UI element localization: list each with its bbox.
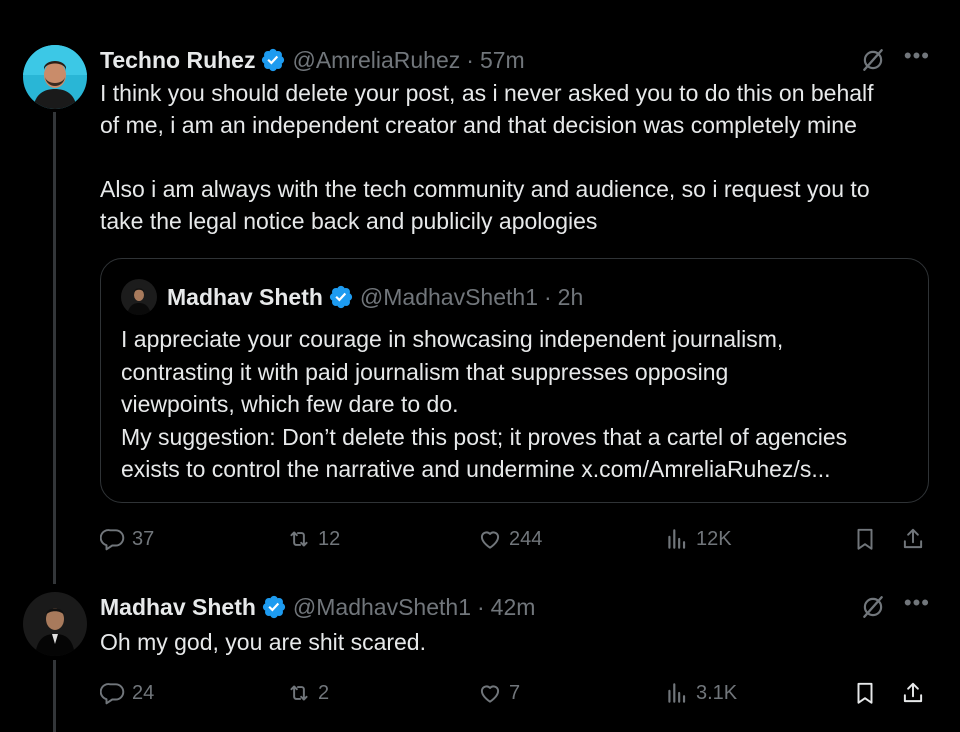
verified-badge-icon	[262, 595, 286, 619]
thread-connector-line	[53, 660, 56, 732]
like-icon	[480, 531, 500, 549]
repost-count: 2	[318, 682, 330, 704]
tweet-action-bar: 37 12 244 12K	[100, 524, 928, 554]
views-icon	[668, 529, 686, 549]
tweet-text: Oh my god, you are shit scared.	[100, 629, 426, 655]
bookmark-icon	[857, 682, 873, 704]
share-button[interactable]	[900, 526, 932, 552]
reply-count: 37	[132, 528, 155, 550]
tweet-timestamp[interactable]: 57m	[480, 47, 525, 74]
thread-connector-line	[53, 112, 56, 584]
avatar-image	[23, 592, 87, 656]
separator-dot: ·	[544, 283, 552, 310]
avatar-madhav-sheth-small	[121, 279, 157, 315]
quoted-tweet-header: Madhav Sheth @MadhavSheth1 · 2h	[121, 279, 908, 315]
like-button[interactable]: 7	[477, 680, 520, 706]
quoted-author-handle: @MadhavSheth1	[359, 283, 538, 310]
bookmark-icon	[857, 528, 873, 550]
tweet-timestamp[interactable]: 42m	[491, 594, 536, 621]
like-count: 244	[509, 528, 543, 550]
verified-badge-icon	[329, 285, 353, 309]
reply-button[interactable]: 37	[100, 526, 154, 552]
reply-count: 24	[132, 682, 155, 704]
separator-dot: ·	[466, 46, 474, 73]
repost-icon	[290, 685, 308, 701]
author-name[interactable]: Techno Ruhez	[100, 47, 255, 74]
bookmark-button[interactable]	[852, 526, 884, 552]
like-count: 7	[509, 682, 521, 704]
share-icon	[903, 682, 923, 703]
more-icon[interactable]: •••	[904, 592, 930, 614]
quoted-author-name[interactable]: Madhav Sheth	[167, 284, 323, 311]
view-count: 12K	[696, 528, 732, 550]
tweet-header: Techno Ruhez @AmreliaRuhez · 57m •••	[100, 45, 930, 75]
share-icon	[903, 528, 923, 549]
avatar-image	[23, 45, 87, 109]
author-handle[interactable]: @AmreliaRuhez	[292, 47, 460, 74]
views-button[interactable]: 3.1K	[664, 680, 737, 706]
avatar-madhav-sheth[interactable]	[23, 592, 87, 656]
author-handle[interactable]: @MadhavSheth1	[293, 594, 471, 621]
quoted-tweet-timestamp: 2h	[557, 283, 584, 310]
verified-badge-icon	[262, 48, 285, 72]
quoted-tweet[interactable]: Madhav Sheth @MadhavSheth1 · 2h I apprec…	[100, 258, 929, 503]
view-count: 3.1K	[696, 682, 738, 704]
share-button[interactable]	[900, 680, 932, 706]
grok-icon[interactable]	[860, 47, 886, 73]
views-button[interactable]: 12K	[664, 526, 732, 552]
tweet-action-bar: 24 2 7 3.1K	[100, 678, 928, 708]
quoted-tweet-text: I appreciate your courage in showcasing …	[121, 326, 848, 482]
grok-icon[interactable]	[860, 594, 886, 620]
tweet-madhav-sheth[interactable]: Madhav Sheth @MadhavSheth1 · 42m ••• Oh …	[100, 592, 930, 658]
reply-icon	[100, 529, 125, 551]
reply-button[interactable]: 24	[100, 680, 154, 706]
author-name[interactable]: Madhav Sheth	[100, 594, 256, 621]
tweet-text: I think you should delete your post, as …	[100, 80, 874, 234]
repost-count: 12	[318, 528, 341, 550]
tweet-techno-ruhez[interactable]: Techno Ruhez @AmreliaRuhez · 57m ••• I t…	[100, 45, 930, 237]
views-icon	[668, 683, 686, 703]
separator-dot: ·	[477, 593, 485, 620]
like-button[interactable]: 244	[477, 526, 542, 552]
bookmark-button[interactable]	[852, 680, 884, 706]
more-icon[interactable]: •••	[904, 45, 930, 67]
repost-button[interactable]: 12	[286, 526, 340, 552]
reply-icon	[100, 683, 125, 705]
avatar-techno-ruhez[interactable]	[23, 45, 87, 109]
repost-icon	[290, 531, 308, 547]
repost-button[interactable]: 2	[286, 680, 329, 706]
tweet-header: Madhav Sheth @MadhavSheth1 · 42m •••	[100, 592, 930, 622]
like-icon	[480, 685, 500, 703]
